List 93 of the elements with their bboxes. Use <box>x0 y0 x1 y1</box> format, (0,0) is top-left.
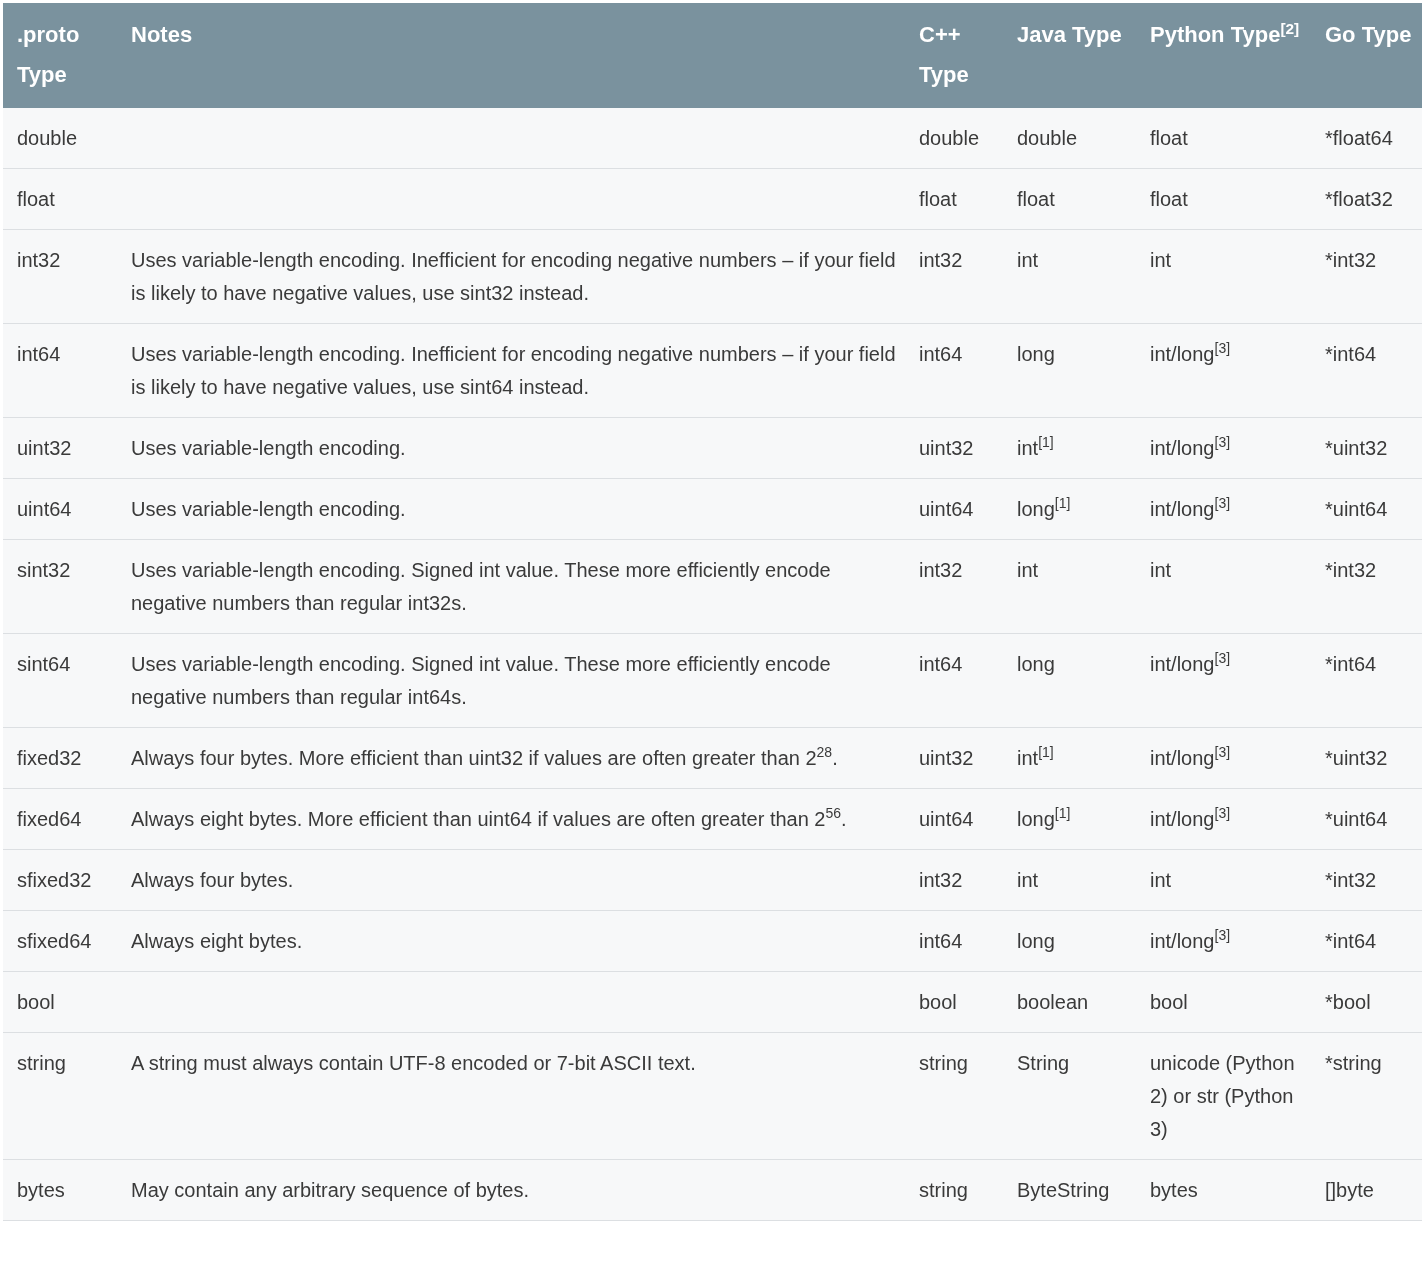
table-cell: []byte <box>1311 1159 1422 1221</box>
table-cell: ByteString <box>1003 1159 1136 1221</box>
table-cell: fixed32 <box>3 727 117 789</box>
table-cell: double <box>3 108 117 169</box>
table-cell: int32 <box>905 849 1003 911</box>
table-cell: bytes <box>1136 1159 1311 1221</box>
table-cell: float <box>905 168 1003 230</box>
table-cell: uint64 <box>905 788 1003 850</box>
table-cell: bool <box>905 971 1003 1033</box>
table-cell: *int64 <box>1311 323 1422 418</box>
table-cell: bool <box>1136 971 1311 1033</box>
table-cell: *int32 <box>1311 539 1422 634</box>
header-cell: Go Type <box>1311 3 1422 108</box>
table-cell: double <box>1003 108 1136 169</box>
table-cell: *uint64 <box>1311 788 1422 850</box>
table-cell: *int64 <box>1311 633 1422 728</box>
table-cell: Uses variable-length encoding. Signed int value. These more efficiently encode negative numbers than regular int64s. <box>117 633 905 728</box>
table-cell: long <box>1003 323 1136 418</box>
table-cell: *float32 <box>1311 168 1422 230</box>
table-cell: int64 <box>905 633 1003 728</box>
table-cell: int <box>1136 229 1311 324</box>
table-cell: *bool <box>1311 971 1422 1033</box>
table-cell: *int32 <box>1311 849 1422 911</box>
table-cell: bytes <box>3 1159 117 1221</box>
table-cell: long <box>1003 910 1136 972</box>
table-cell: int64 <box>905 910 1003 972</box>
table-cell: sfixed32 <box>3 849 117 911</box>
table-cell: int$^{[1]}$ <box>1003 417 1136 479</box>
table-cell: uint32 <box>905 727 1003 789</box>
table-cell: fixed64 <box>3 788 117 850</box>
table-cell: long <box>1003 633 1136 728</box>
table-cell: long$^{[1]}$ <box>1003 478 1136 540</box>
table-cell: Uses variable-length encoding. Signed int value. These more efficiently encode negative numbers than regular int32s. <box>117 539 905 634</box>
table-cell: int64 <box>3 323 117 418</box>
table-cell: int/long$^{[3]}$ <box>1136 478 1311 540</box>
table-cell: float <box>1003 168 1136 230</box>
table-cell: Uses variable-length encoding. <box>117 478 905 540</box>
table-cell: uint64 <box>905 478 1003 540</box>
table-cell: Uses variable-length encoding. <box>117 417 905 479</box>
table-cell: int32 <box>905 229 1003 324</box>
table-cell: long$^{[1]}$ <box>1003 788 1136 850</box>
table-cell: int <box>1136 539 1311 634</box>
table-cell: int <box>1136 849 1311 911</box>
table-cell: Uses variable-length encoding. Inefficient for encoding negative numbers – if your field is likely to have negative values, use sint64 instead. <box>117 323 905 418</box>
table-cell: bool <box>3 971 117 1033</box>
table-cell: int <box>1003 849 1136 911</box>
table-cell: *float64 <box>1311 108 1422 169</box>
table-cell: string <box>905 1159 1003 1221</box>
table-cell: sfixed64 <box>3 910 117 972</box>
table-cell: String <box>1003 1032 1136 1160</box>
table-cell: int <box>1003 229 1136 324</box>
table-cell: int/long$^{[3]}$ <box>1136 788 1311 850</box>
table-cell: float <box>3 168 117 230</box>
table-cell: Always four bytes. More efficient than uint32 if values are often greater than 2$^{28}$. <box>117 727 905 789</box>
table-cell: int <box>1003 539 1136 634</box>
table-cell: *uint64 <box>1311 478 1422 540</box>
table-cell: boolean <box>1003 971 1136 1033</box>
table-cell: uint32 <box>3 417 117 479</box>
table-cell: *uint32 <box>1311 417 1422 479</box>
table-cell: *int32 <box>1311 229 1422 324</box>
table-cell: uint32 <box>905 417 1003 479</box>
table-cell: Always eight bytes. <box>117 910 905 972</box>
table-cell: int$^{[1]}$ <box>1003 727 1136 789</box>
table-cell: sint64 <box>3 633 117 728</box>
table-cell: Uses variable-length encoding. Inefficient for encoding negative numbers – if your field is likely to have negative values, use sint32 instead. <box>117 229 905 324</box>
header-cell: .proto Type <box>3 3 117 108</box>
table-cell: int/long$^{[3]}$ <box>1136 633 1311 728</box>
header-cell: Python Type$^{[2]}$ <box>1136 3 1311 108</box>
table-cell: int/long$^{[3]}$ <box>1136 910 1311 972</box>
header-cell: Java Type <box>1003 3 1136 108</box>
table-cell: string <box>905 1032 1003 1160</box>
table-cell: Always four bytes. <box>117 849 905 911</box>
table-cell: A string must always contain UTF-8 encoded or 7-bit ASCII text. <box>117 1032 905 1160</box>
table-cell: int32 <box>905 539 1003 634</box>
table-cell: int64 <box>905 323 1003 418</box>
table-cell: *int64 <box>1311 910 1422 972</box>
table-cell: int/long$^{[3]}$ <box>1136 417 1311 479</box>
table-cell: float <box>1136 168 1311 230</box>
table-cell: Always eight bytes. More efficient than uint64 if values are often greater than 2$^{56}$. <box>117 788 905 850</box>
table-cell: int/long$^{[3]}$ <box>1136 323 1311 418</box>
table-cell: double <box>905 108 1003 169</box>
table-cell: sint32 <box>3 539 117 634</box>
table-cell: float <box>1136 108 1311 169</box>
table-cell: unicode (Python 2) or str (Python 3) <box>1136 1032 1311 1160</box>
table-cell: int32 <box>3 229 117 324</box>
table-cell: *uint32 <box>1311 727 1422 789</box>
header-cell: Notes <box>117 3 905 108</box>
header-cell: C++ Type <box>905 3 1003 108</box>
table-cell: uint64 <box>3 478 117 540</box>
table-cell: May contain any arbitrary sequence of bytes. <box>117 1159 905 1221</box>
table-cell: *string <box>1311 1032 1422 1160</box>
table-cell: string <box>3 1032 117 1160</box>
table-cell: int/long$^{[3]}$ <box>1136 727 1311 789</box>
